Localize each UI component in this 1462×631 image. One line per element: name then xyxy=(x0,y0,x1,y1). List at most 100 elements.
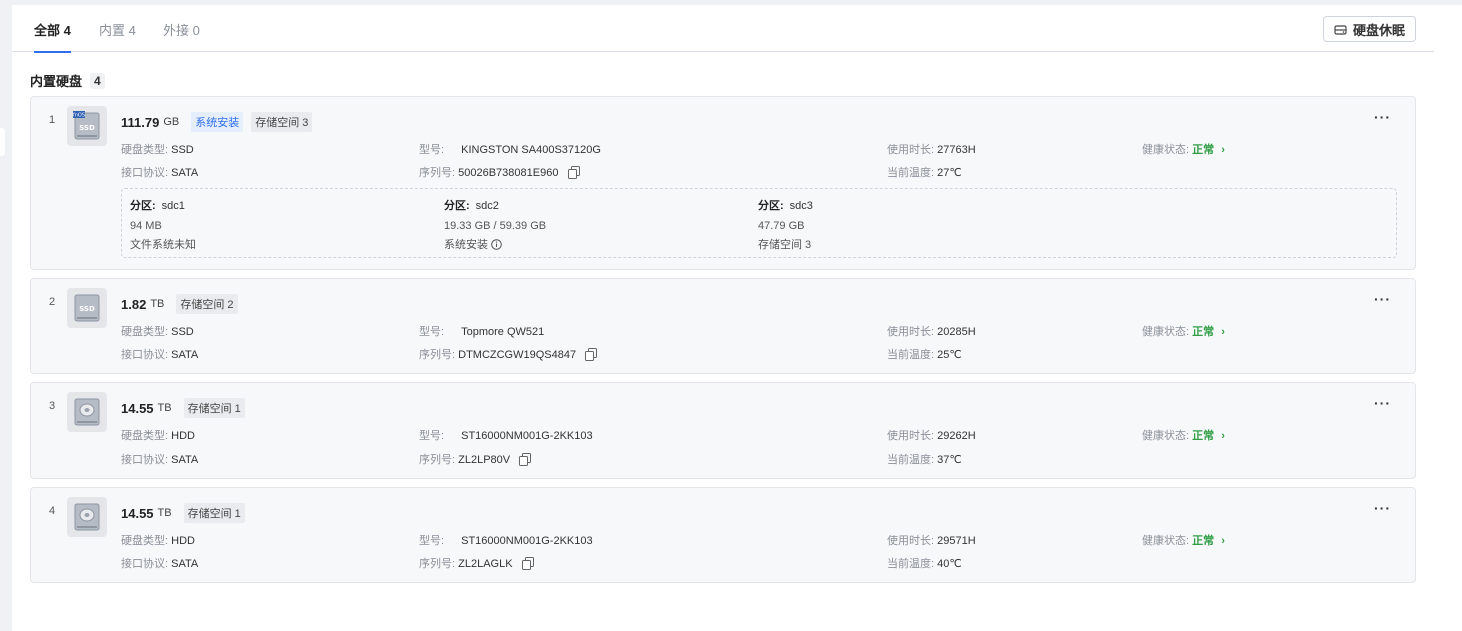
tab-all[interactable]: 全部 4 xyxy=(34,20,71,53)
disk-serial-row: 序列号: 50026B738081E960 xyxy=(419,164,580,180)
disk-index: 1 xyxy=(49,114,56,126)
disk-health-label: 健康状态: xyxy=(1142,144,1190,156)
disk-hours-label: 使用时长: xyxy=(887,144,935,156)
chevron-right-icon[interactable]: › xyxy=(1221,430,1225,442)
disk-serial-value: ZL2LP80V xyxy=(458,454,511,466)
disk-model-value: KINGSTON SA400S37120G xyxy=(461,144,601,156)
disk-serial-label: 序列号: xyxy=(419,558,456,570)
disk-temp-label: 当前温度: xyxy=(887,454,935,466)
chevron-right-icon[interactable]: › xyxy=(1221,144,1225,156)
disk-health-value: 正常 xyxy=(1192,326,1215,338)
disk-protocol-value: SATA xyxy=(171,454,199,466)
disk-sleep-button[interactable]: 硬盘休眠 xyxy=(1323,16,1416,42)
disk-type-row: 硬盘类型: SSD xyxy=(121,323,194,339)
disk-sleep-icon xyxy=(1334,24,1347,35)
partition-label: 分区: xyxy=(130,200,156,212)
partition-name: sdc1 xyxy=(161,200,185,212)
disk-hours-value: 27763H xyxy=(937,144,976,156)
disk-serial-value: 50026B738081E960 xyxy=(458,167,559,179)
more-options-icon[interactable]: ··· xyxy=(1374,109,1391,125)
tab-external[interactable]: 外接 0 xyxy=(163,20,200,39)
disk-temp-value: 40℃ xyxy=(937,558,962,570)
disk-head: 111.79 GB 系统安装 存储空间 3 xyxy=(121,112,313,132)
copy-icon[interactable] xyxy=(567,166,580,179)
disk-type-value: HDD xyxy=(171,535,195,547)
disk-health-row[interactable]: 健康状态: 正常 › xyxy=(1142,141,1225,157)
more-options-icon[interactable]: ··· xyxy=(1374,395,1391,411)
partition-sdc2: 分区: sdc2 19.33 GB / 59.39 GB 系统安装 xyxy=(444,197,546,256)
disk-card-2: 2 SSD 1.82 TB 存储空间 2 ··· 硬盘类型: SSD 接口协议:… xyxy=(30,278,1416,374)
disk-capacity: 14.55 xyxy=(121,400,154,416)
copy-icon[interactable] xyxy=(519,453,532,466)
partition-sdc1: 分区: sdc1 94 MB 文件系统未知 xyxy=(130,197,196,256)
disk-head: 14.55 TB 存储空间 1 xyxy=(121,398,245,418)
copy-icon[interactable] xyxy=(521,557,534,570)
disk-model-row: 型号: KINGSTON SA400S37120G xyxy=(419,141,601,157)
disk-protocol-row: 接口协议: SATA xyxy=(121,346,198,362)
tag-storage-space: 存储空间 2 xyxy=(176,294,238,314)
disk-index: 3 xyxy=(49,400,56,412)
partition-box: 分区: sdc1 94 MB 文件系统未知 分区: sdc2 19.33 GB / … xyxy=(121,188,1397,258)
tag-storage-space: 存储空间 1 xyxy=(183,398,245,418)
disk-hours-value: 20285H xyxy=(937,326,976,338)
disk-model-label: 型号: xyxy=(419,535,445,547)
disk-temp-value: 25℃ xyxy=(937,349,962,361)
disk-type-label: 硬盘类型: xyxy=(121,535,169,547)
partition-size: 47.79 GB xyxy=(758,219,805,232)
disk-serial-label: 序列号: xyxy=(419,349,456,361)
disk-health-row[interactable]: 健康状态: 正常 › xyxy=(1142,323,1225,339)
disk-health-label: 健康状态: xyxy=(1142,326,1190,338)
disk-index: 2 xyxy=(49,296,56,308)
disk-temp-value: 27℃ xyxy=(937,167,962,179)
disk-protocol-value: SATA xyxy=(171,349,199,361)
disk-hours-row: 使用时长: 27763H xyxy=(887,141,976,157)
disk-temp-value: 37℃ xyxy=(937,454,962,466)
disk-health-value: 正常 xyxy=(1192,430,1215,442)
section-count: 4 xyxy=(90,72,105,89)
tab-internal[interactable]: 内置 4 xyxy=(99,20,136,39)
disk-health-label: 健康状态: xyxy=(1142,535,1190,547)
disk-capacity: 1.82 xyxy=(121,296,147,312)
disk-hours-row: 使用时长: 20285H xyxy=(887,323,976,339)
more-options-icon[interactable]: ··· xyxy=(1374,500,1391,516)
disk-hours-value: 29262H xyxy=(937,430,976,442)
disk-temp-row: 当前温度: 27℃ xyxy=(887,164,962,180)
side-collapse-handle[interactable] xyxy=(0,128,5,156)
disk-protocol-value: SATA xyxy=(171,558,199,570)
partition-label: 分区: xyxy=(758,200,784,212)
disk-serial-row: 序列号: DTMCZCGW19QS4847 xyxy=(419,346,598,362)
disk-temp-row: 当前温度: 40℃ xyxy=(887,555,962,571)
disk-temp-row: 当前温度: 25℃ xyxy=(887,346,962,362)
info-icon[interactable] xyxy=(491,239,502,250)
svg-text:fnOS: fnOS xyxy=(73,113,85,119)
disk-serial-value: ZL2LAGLK xyxy=(458,558,513,570)
disk-type-label: 硬盘类型: xyxy=(121,326,169,338)
hdd-icon xyxy=(67,497,107,537)
disk-health-row[interactable]: 健康状态: 正常 › xyxy=(1142,532,1225,548)
chevron-right-icon[interactable]: › xyxy=(1221,535,1225,547)
partition-desc: 系统安装 xyxy=(444,239,488,251)
disk-type-value: SSD xyxy=(171,144,194,156)
disk-type-row: 硬盘类型: HDD xyxy=(121,532,195,548)
svg-text:SSD: SSD xyxy=(79,124,95,132)
tab-bar: 全部 4 内置 4 外接 0 硬盘休眠 xyxy=(12,5,1434,53)
disk-page: 全部 4 内置 4 外接 0 硬盘休眠 内置硬盘 4 1 fnOS SSD 11… xyxy=(12,5,1462,631)
more-options-icon[interactable]: ··· xyxy=(1374,291,1391,307)
disk-serial-label: 序列号: xyxy=(419,167,456,179)
disk-health-row[interactable]: 健康状态: 正常 › xyxy=(1142,427,1225,443)
copy-icon[interactable] xyxy=(585,348,598,361)
partition-size: 94 MB xyxy=(130,219,162,232)
disk-capacity-unit: TB xyxy=(150,298,165,310)
disk-protocol-row: 接口协议: SATA xyxy=(121,451,198,467)
chevron-right-icon[interactable]: › xyxy=(1221,326,1225,338)
disk-protocol-row: 接口协议: SATA xyxy=(121,555,198,571)
disk-hours-row: 使用时长: 29262H xyxy=(887,427,976,443)
disk-card-3: 3 14.55 TB 存储空间 1 ··· 硬盘类型: HDD 接口协议: SA… xyxy=(30,382,1416,479)
partition-size: 19.33 GB / 59.39 GB xyxy=(444,219,547,232)
partition-desc: 存储空间 3 xyxy=(758,239,812,251)
disk-serial-label: 序列号: xyxy=(419,454,456,466)
disk-type-row: 硬盘类型: HDD xyxy=(121,427,195,443)
disk-type-label: 硬盘类型: xyxy=(121,430,169,442)
disk-health-label: 健康状态: xyxy=(1142,430,1190,442)
disk-hours-label: 使用时长: xyxy=(887,430,935,442)
